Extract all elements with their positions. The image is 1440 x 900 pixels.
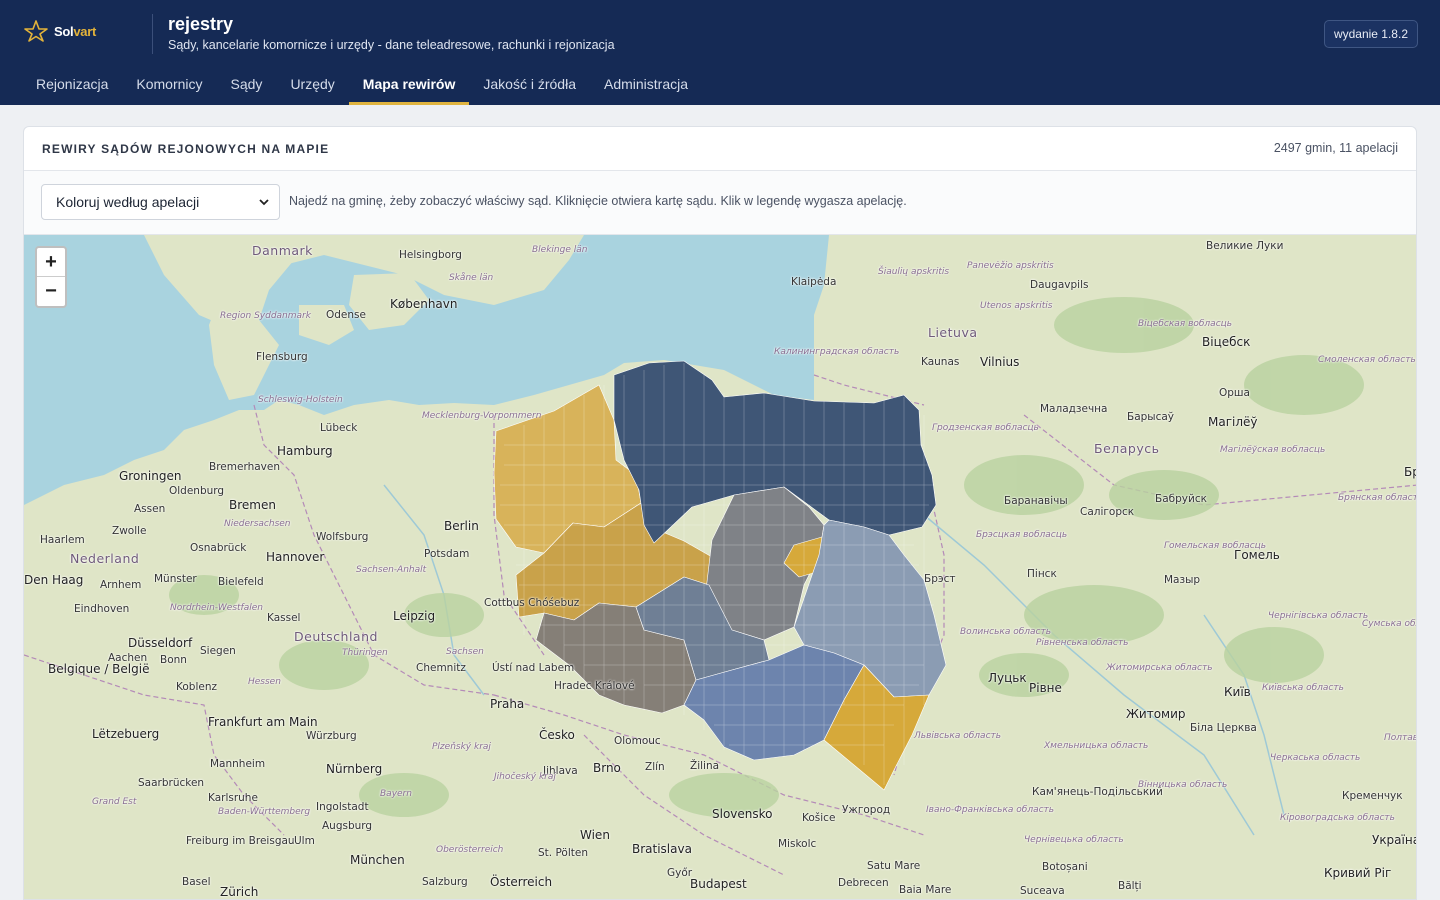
card-title: REWIRY SĄDÓW REJONOWYCH NA MAPIE xyxy=(42,142,330,156)
card-header: REWIRY SĄDÓW REJONOWYCH NA MAPIE 2497 gm… xyxy=(24,127,1416,171)
zoom-in-button[interactable]: + xyxy=(37,248,65,277)
zoom-control: + − xyxy=(35,246,67,308)
map-toolbar: Koloruj według apelacji Najedź na gminę,… xyxy=(24,171,1416,235)
main-nav: Rejonizacja Komornicy Sądy Urzędy Mapa r… xyxy=(22,64,702,105)
brand-logo[interactable]: Solvart xyxy=(24,20,96,42)
brand-name: Solvart xyxy=(54,23,96,39)
color-mode-value: Koloruj według apelacji xyxy=(56,194,200,210)
land-zealand xyxy=(349,273,429,330)
zoom-out-button[interactable]: − xyxy=(37,277,65,306)
top-header: Solvart rejestry Sądy, kancelarie komorn… xyxy=(0,0,1440,105)
app-subtitle: Sądy, kancelarie komornicze i urzędy - d… xyxy=(168,38,615,52)
header-divider xyxy=(152,14,153,54)
nav-urzedy[interactable]: Urzędy xyxy=(276,64,348,105)
nav-jakosc-i-zrodla[interactable]: Jakość i źródła xyxy=(469,64,590,105)
nav-sady[interactable]: Sądy xyxy=(217,64,277,105)
nav-administracja[interactable]: Administracja xyxy=(590,64,702,105)
app-title: rejestry xyxy=(168,14,234,34)
map-card: REWIRY SĄDÓW REJONOWYCH NA MAPIE 2497 gm… xyxy=(23,126,1417,900)
nav-komornicy[interactable]: Komornicy xyxy=(122,64,216,105)
star-logo-icon xyxy=(24,20,48,42)
map-base-layer[interactable] xyxy=(24,235,1417,900)
map-canvas[interactable]: + − Danmark Helsingborg Blekinge län Skåne … xyxy=(24,235,1417,900)
chevron-down-icon xyxy=(259,199,269,206)
version-badge: wydanie 1.8.2 xyxy=(1323,20,1418,48)
municipality-count: 2497 gmin, 11 apelacji xyxy=(1273,141,1398,155)
color-mode-select[interactable]: Koloruj według apelacji xyxy=(41,184,280,220)
nav-rejonizacja[interactable]: Rejonizacja xyxy=(22,64,122,105)
nav-mapa-rewirow[interactable]: Mapa rewirów xyxy=(348,64,470,105)
land-funen xyxy=(299,305,354,345)
map-hint: Najedź na gminę, żeby zobaczyć właściwy … xyxy=(289,194,907,208)
